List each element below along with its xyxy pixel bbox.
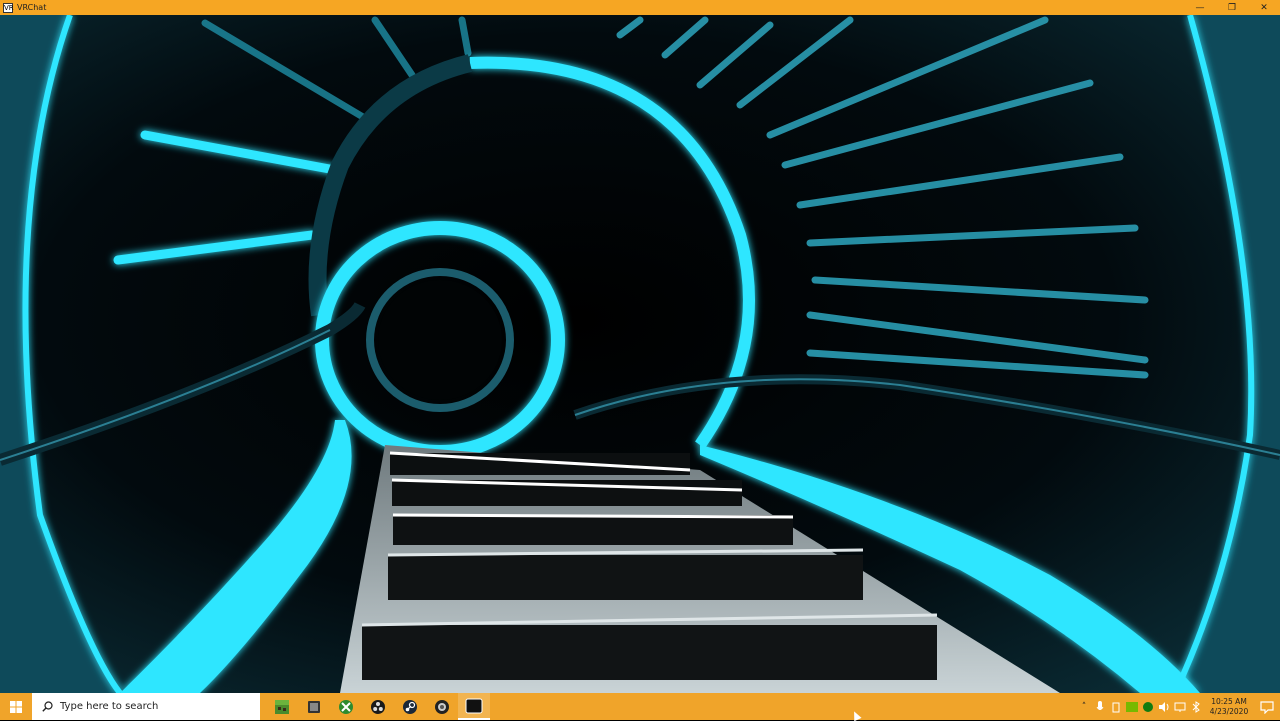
app-square-icon[interactable] xyxy=(298,693,330,720)
taskbar-search[interactable]: Type here to search xyxy=(32,693,260,720)
clock-date: 4/23/2020 xyxy=(1209,706,1249,716)
network-icon[interactable] xyxy=(1172,693,1188,720)
steam-icon[interactable] xyxy=(394,693,426,720)
xbox-icon[interactable] xyxy=(330,693,362,720)
nvidia-icon[interactable] xyxy=(1124,693,1140,720)
obs-icon[interactable] xyxy=(362,693,394,720)
windows-taskbar: Type here to search ˄ 10:25 AM 4/23/2020 xyxy=(0,693,1280,720)
start-button[interactable] xyxy=(0,693,32,720)
usb-icon[interactable] xyxy=(1108,693,1124,720)
clock-time: 10:25 AM xyxy=(1211,696,1247,706)
tunnel-scene xyxy=(0,15,1280,693)
volume-icon[interactable] xyxy=(1156,693,1172,720)
notifications-icon[interactable] xyxy=(1254,693,1280,720)
search-icon xyxy=(40,700,54,714)
search-placeholder: Type here to search xyxy=(60,701,159,712)
window-title: VRChat xyxy=(17,3,47,12)
close-button[interactable]: ✕ xyxy=(1248,0,1280,15)
game-viewport[interactable] xyxy=(0,15,1280,693)
minecraft-icon[interactable] xyxy=(266,693,298,720)
windows-logo-icon xyxy=(10,700,22,713)
chevron-up-icon[interactable]: ˄ xyxy=(1076,693,1092,720)
taskbar-clock[interactable]: 10:25 AM 4/23/2020 xyxy=(1207,697,1251,717)
microphone-icon[interactable] xyxy=(1092,693,1108,720)
bluetooth-icon[interactable] xyxy=(1188,693,1204,720)
restore-button[interactable]: ❐ xyxy=(1216,0,1248,15)
window-titlebar[interactable]: VR VRChat — ❐ ✕ xyxy=(0,0,1280,15)
xbox-tray-icon[interactable] xyxy=(1140,693,1156,720)
vrchat-app-icon: VR xyxy=(3,2,14,13)
minimize-button[interactable]: — xyxy=(1184,0,1216,15)
system-tray: ˄ 10:25 AM 4/23/2020 xyxy=(1076,693,1280,720)
record-icon[interactable] xyxy=(426,693,458,720)
vrchat-taskbar-icon[interactable] xyxy=(458,693,490,720)
